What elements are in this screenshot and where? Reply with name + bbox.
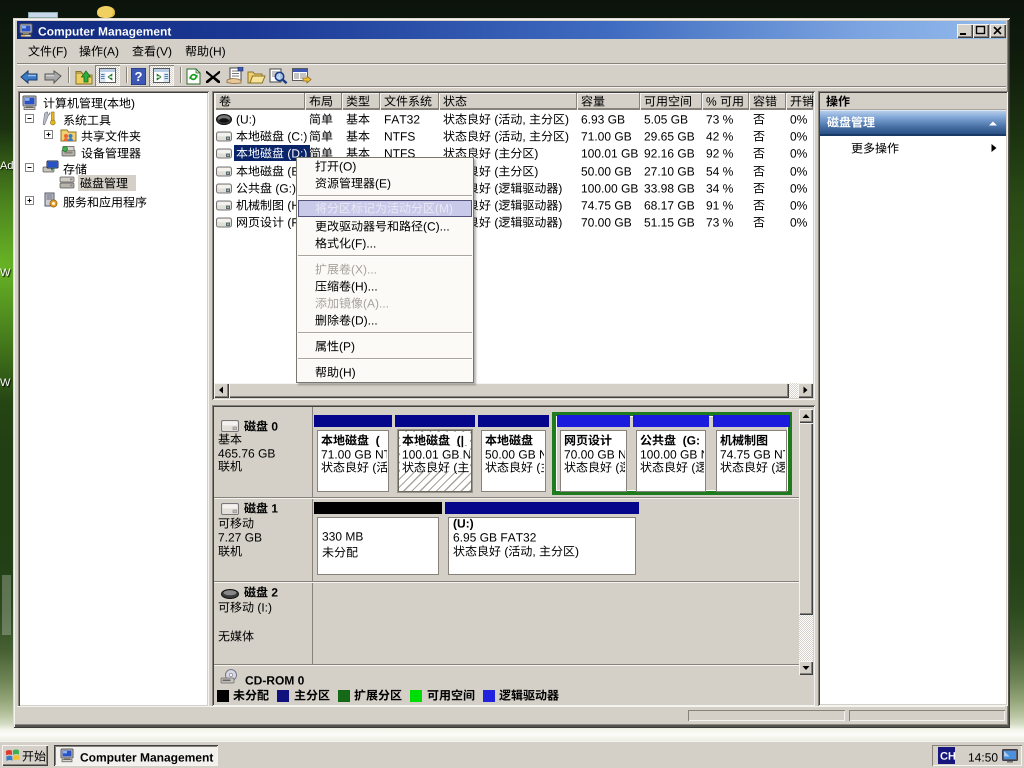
svg-text:?: ? (135, 69, 143, 84)
